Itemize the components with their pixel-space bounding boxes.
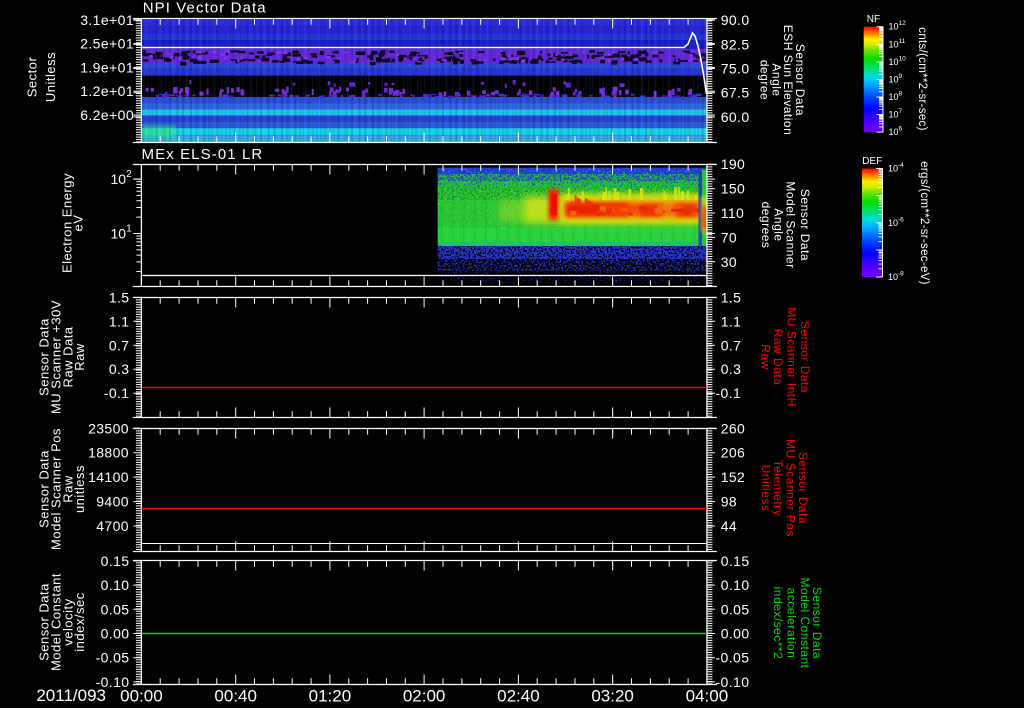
svg-text:Unitless: Unitless (43, 52, 58, 102)
svg-text:18800: 18800 (88, 445, 129, 461)
svg-text:82.5: 82.5 (721, 36, 750, 52)
svg-text:MEx ELS-01 LR: MEx ELS-01 LR (142, 146, 264, 163)
svg-text:260: 260 (721, 420, 746, 436)
svg-text:02:00: 02:00 (403, 686, 446, 705)
svg-text:14100: 14100 (88, 469, 129, 485)
svg-text:2011/093: 2011/093 (36, 686, 106, 705)
svg-text:02:40: 02:40 (497, 686, 540, 705)
svg-text:44: 44 (721, 518, 737, 534)
svg-text:index/sec**2: index/sec**2 (771, 587, 785, 660)
svg-text:2.5e+01: 2.5e+01 (80, 36, 134, 52)
svg-text:0.00: 0.00 (721, 626, 750, 642)
svg-text:0.15: 0.15 (101, 553, 130, 569)
svg-text:3.1e+01: 3.1e+01 (80, 12, 134, 28)
svg-text:1.9e+01: 1.9e+01 (80, 59, 134, 75)
svg-text:04:00: 04:00 (686, 686, 729, 705)
svg-text:1.5: 1.5 (109, 289, 130, 305)
svg-text:-0.05: -0.05 (96, 650, 130, 666)
svg-text:98: 98 (721, 494, 737, 510)
svg-text:6.2e+00: 6.2e+00 (80, 107, 134, 123)
svg-text:0.05: 0.05 (721, 601, 750, 617)
svg-text:30: 30 (721, 254, 737, 270)
svg-text:110: 110 (721, 205, 745, 221)
svg-text:90.0: 90.0 (721, 12, 750, 28)
svg-text:ergs/(cm**2-sr-sec-eV): ergs/(cm**2-sr-sec-eV) (918, 161, 930, 285)
svg-text:index/sec: index/sec (72, 592, 87, 651)
svg-text:degrees: degrees (759, 202, 773, 249)
svg-text:0.7: 0.7 (721, 337, 742, 353)
svg-text:-0.1: -0.1 (104, 385, 130, 401)
svg-text:0.10: 0.10 (101, 577, 130, 593)
svg-text:cnts/(cm**2-sr-sec): cnts/(cm**2-sr-sec) (916, 27, 928, 130)
svg-text:1.1: 1.1 (721, 313, 742, 329)
svg-text:acceleration: acceleration (785, 588, 799, 659)
svg-text:0.15: 0.15 (721, 553, 750, 569)
svg-text:-0.05: -0.05 (716, 650, 750, 666)
svg-text:Unitless: Unitless (759, 465, 773, 512)
svg-text:152: 152 (721, 469, 746, 485)
svg-text:1.1: 1.1 (109, 313, 130, 329)
svg-text:00:40: 00:40 (214, 686, 257, 705)
svg-text:03:20: 03:20 (591, 686, 634, 705)
svg-text:01:20: 01:20 (309, 686, 352, 705)
svg-text:00:00: 00:00 (120, 686, 163, 705)
svg-text:190: 190 (721, 156, 746, 172)
svg-text:4700: 4700 (96, 518, 129, 534)
svg-text:degree: degree (758, 60, 772, 100)
svg-text:75.0: 75.0 (721, 61, 750, 77)
svg-text:67.5: 67.5 (721, 85, 750, 101)
svg-text:eV: eV (71, 215, 86, 232)
svg-text:NF: NF (867, 14, 880, 25)
svg-text:23500: 23500 (88, 420, 129, 436)
svg-text:unitless: unitless (72, 465, 87, 513)
svg-text:150: 150 (721, 181, 746, 197)
svg-text:Sensor Data: Sensor Data (798, 189, 812, 261)
svg-text:70: 70 (721, 229, 737, 245)
svg-text:0.3: 0.3 (109, 361, 130, 377)
svg-text:0.00: 0.00 (101, 626, 130, 642)
svg-text:9400: 9400 (96, 494, 129, 510)
svg-text:Sensor Data: Sensor Data (798, 321, 812, 393)
svg-text:Raw: Raw (72, 343, 87, 371)
svg-text:1.5: 1.5 (721, 289, 742, 305)
svg-text:Model Constant: Model Constant (798, 577, 812, 668)
svg-text:0.10: 0.10 (721, 577, 750, 593)
svg-text:206: 206 (721, 445, 746, 461)
svg-text:DEF: DEF (862, 156, 882, 167)
svg-text:MU Scanner IntH: MU Scanner IntH (785, 307, 799, 407)
svg-text:60.0: 60.0 (721, 109, 750, 125)
svg-text:0.7: 0.7 (109, 337, 130, 353)
svg-text:0.3: 0.3 (721, 361, 742, 377)
svg-text:-0.1: -0.1 (716, 385, 742, 401)
svg-text:0.05: 0.05 (101, 601, 130, 617)
svg-text:1.2e+01: 1.2e+01 (80, 83, 134, 99)
svg-text:NPI Vector Data: NPI Vector Data (143, 0, 267, 17)
svg-text:Raw: Raw (759, 344, 773, 370)
svg-text:Sector: Sector (25, 57, 40, 98)
